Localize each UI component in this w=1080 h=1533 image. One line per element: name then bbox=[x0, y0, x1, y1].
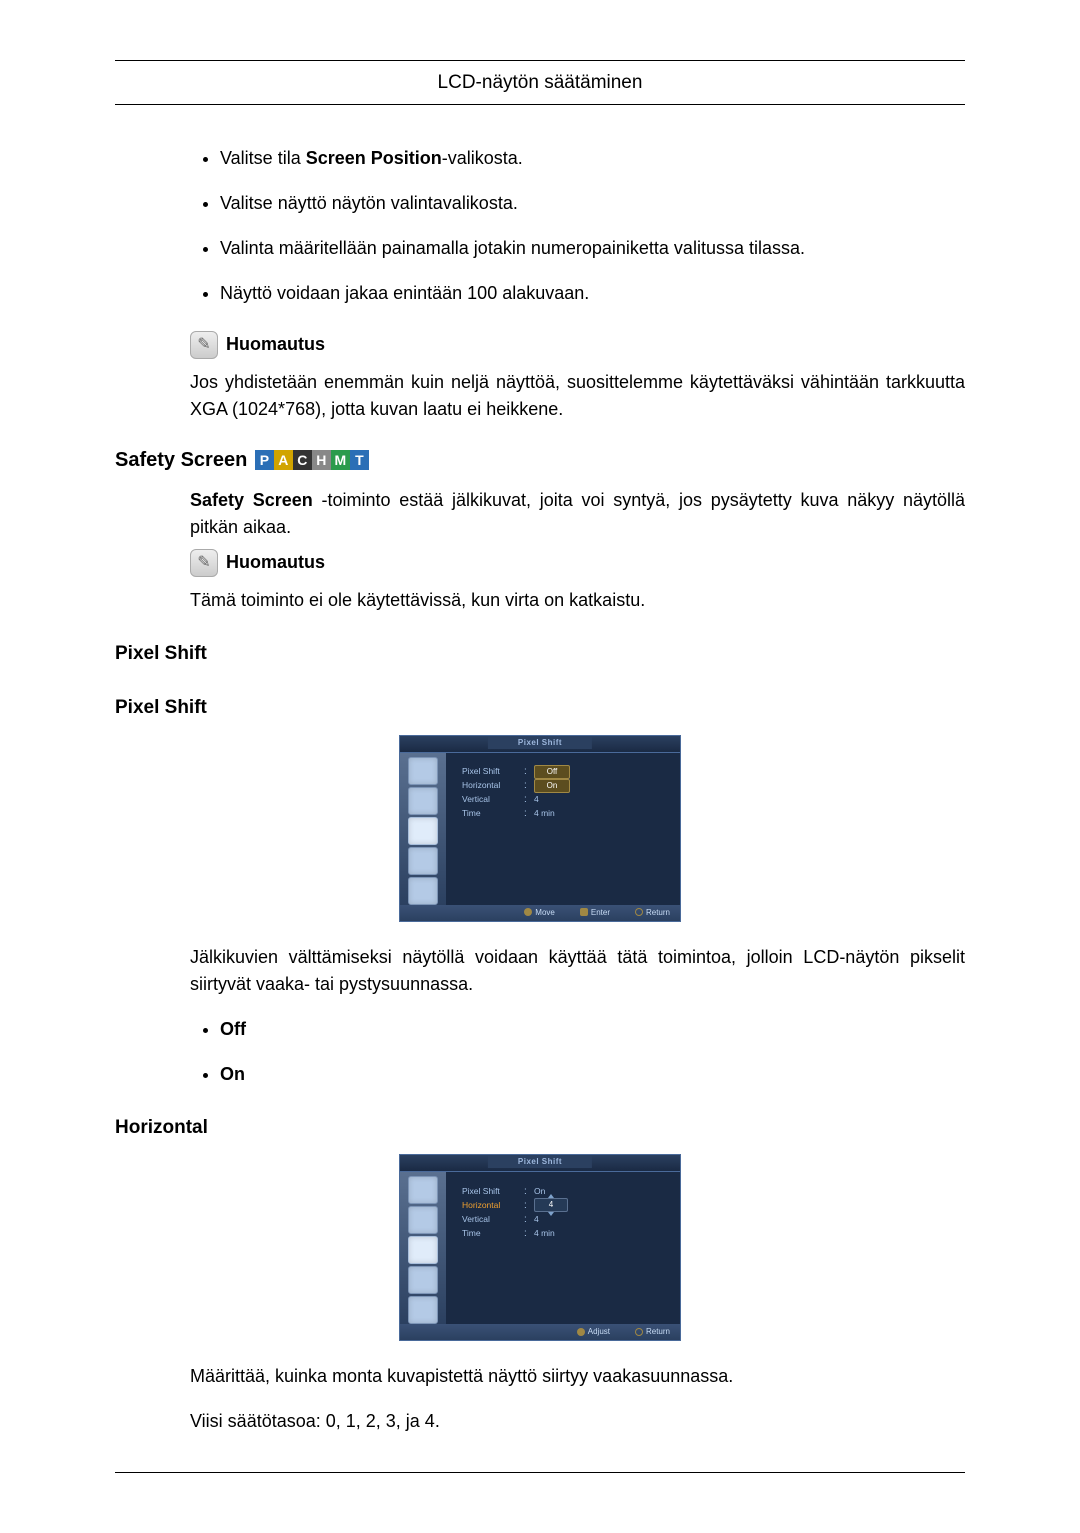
colon: : bbox=[524, 1212, 534, 1227]
osd-value: 4 min bbox=[534, 807, 555, 820]
note-label: Huomautus bbox=[226, 549, 325, 576]
osd-sidebar bbox=[400, 753, 446, 905]
badge-h: H bbox=[312, 450, 331, 470]
horizontal-levels: Viisi säätötasoa: 0, 1, 2, 3, ja 4. bbox=[190, 1408, 965, 1435]
osd-row-label: Time bbox=[462, 807, 524, 820]
badge-t: T bbox=[350, 450, 369, 470]
osd-value: 4 bbox=[534, 1213, 539, 1226]
osd-side-icon bbox=[408, 787, 438, 815]
osd-title: Pixel Shift bbox=[488, 1156, 592, 1168]
osd-value: 4 bbox=[534, 793, 539, 806]
osd-row-label: Horizontal bbox=[462, 779, 524, 792]
osd-footer-move: Move bbox=[524, 908, 555, 917]
osd-footer-enter: Enter bbox=[580, 908, 610, 917]
osd-side-icon bbox=[408, 847, 438, 875]
list-item: On bbox=[220, 1061, 965, 1088]
list-item: Valinta määritellään painamalla jotakin … bbox=[220, 235, 965, 262]
text: -valikosta. bbox=[442, 148, 523, 168]
osd-value: On bbox=[534, 1185, 545, 1198]
osd-side-icon bbox=[408, 1236, 438, 1264]
osd-row-label: Time bbox=[462, 1227, 524, 1240]
option-on: On bbox=[220, 1064, 245, 1084]
pixel-shift-heading-2: Pixel Shift bbox=[115, 694, 965, 723]
horizontal-heading: Horizontal bbox=[115, 1114, 965, 1143]
pixel-shift-options-list: Off On bbox=[190, 1016, 965, 1088]
pixel-shift-heading-1: Pixel Shift bbox=[115, 640, 965, 669]
text: Valinta määritellään painamalla jotakin … bbox=[220, 238, 805, 258]
osd-side-icon bbox=[408, 1296, 438, 1324]
text: Näyttö voidaan jakaa enintään 100 alakuv… bbox=[220, 283, 589, 303]
list-item: Valitse näyttö näytön valintavalikosta. bbox=[220, 190, 965, 217]
osd-row-label: Vertical bbox=[462, 1213, 524, 1226]
heading-text: Safety Screen bbox=[115, 449, 247, 471]
badge-a: A bbox=[274, 450, 293, 470]
pixel-shift-desc: Jälkikuvien välttämiseksi näytöllä voida… bbox=[190, 944, 965, 998]
osd-side-icon bbox=[408, 1176, 438, 1204]
osd-side-icon bbox=[408, 1206, 438, 1234]
colon: : bbox=[524, 1198, 534, 1213]
colon: : bbox=[524, 1184, 534, 1199]
osd-menu-pixel-shift: Pixel Shift Pixel Shift : Off Horizontal… bbox=[399, 735, 681, 922]
horizontal-desc: Määrittää, kuinka monta kuvapistettä näy… bbox=[190, 1363, 965, 1390]
osd-value-off: Off bbox=[534, 765, 570, 779]
colon: : bbox=[524, 1226, 534, 1241]
option-off: Off bbox=[220, 1019, 246, 1039]
osd-side-icon bbox=[408, 877, 438, 905]
osd-sidebar bbox=[400, 1172, 446, 1324]
intro-bullet-list: Valitse tila Screen Position-valikosta. … bbox=[190, 145, 965, 307]
osd-footer-return: Return bbox=[635, 1327, 670, 1336]
osd-row-label: Vertical bbox=[462, 793, 524, 806]
safety-screen-heading: Safety Screen P A C H M T bbox=[115, 445, 965, 475]
safety-screen-desc: Safety Screen -toiminto estää jälkikuvat… bbox=[190, 487, 965, 541]
osd-footer-return: Return bbox=[635, 908, 670, 917]
list-item: Näyttö voidaan jakaa enintään 100 alakuv… bbox=[220, 280, 965, 307]
osd-row-label-highlighted: Horizontal bbox=[462, 1199, 524, 1212]
note-label: Huomautus bbox=[226, 331, 325, 358]
osd-value-spinner: 4 bbox=[534, 1198, 568, 1212]
note-icon: ✎ bbox=[190, 331, 218, 359]
text-bold: Screen Position bbox=[306, 148, 442, 168]
colon: : bbox=[524, 792, 534, 807]
osd-side-icon bbox=[408, 1266, 438, 1294]
text: Valitse tila bbox=[220, 148, 306, 168]
note-icon: ✎ bbox=[190, 549, 218, 577]
osd-footer-adjust: Adjust bbox=[577, 1327, 610, 1336]
osd-side-icon bbox=[408, 817, 438, 845]
mode-badges: P A C H M T bbox=[255, 450, 369, 470]
osd-value-on: On bbox=[534, 779, 570, 793]
list-item: Valitse tila Screen Position-valikosta. bbox=[220, 145, 965, 172]
osd-side-icon bbox=[408, 757, 438, 785]
note-text: Jos yhdistetään enemmän kuin neljä näytt… bbox=[190, 369, 965, 423]
colon: : bbox=[524, 806, 534, 821]
osd-value: 4 min bbox=[534, 1227, 555, 1240]
badge-c: C bbox=[293, 450, 312, 470]
badge-p: P bbox=[255, 450, 274, 470]
badge-m: M bbox=[331, 450, 350, 470]
colon: : bbox=[524, 764, 534, 779]
osd-row-label: Pixel Shift bbox=[462, 1185, 524, 1198]
osd-menu-horizontal: Pixel Shift Pixel Shift : On Horizontal … bbox=[399, 1154, 681, 1341]
osd-title: Pixel Shift bbox=[488, 737, 592, 749]
list-item: Off bbox=[220, 1016, 965, 1043]
colon: : bbox=[524, 778, 534, 793]
text-bold: Safety Screen bbox=[190, 490, 313, 510]
osd-row-label: Pixel Shift bbox=[462, 765, 524, 778]
page-header: LCD-näytön säätäminen bbox=[115, 69, 965, 98]
text: Valitse näyttö näytön valintavalikosta. bbox=[220, 193, 518, 213]
note-text: Tämä toiminto ei ole käytettävissä, kun … bbox=[190, 587, 965, 614]
